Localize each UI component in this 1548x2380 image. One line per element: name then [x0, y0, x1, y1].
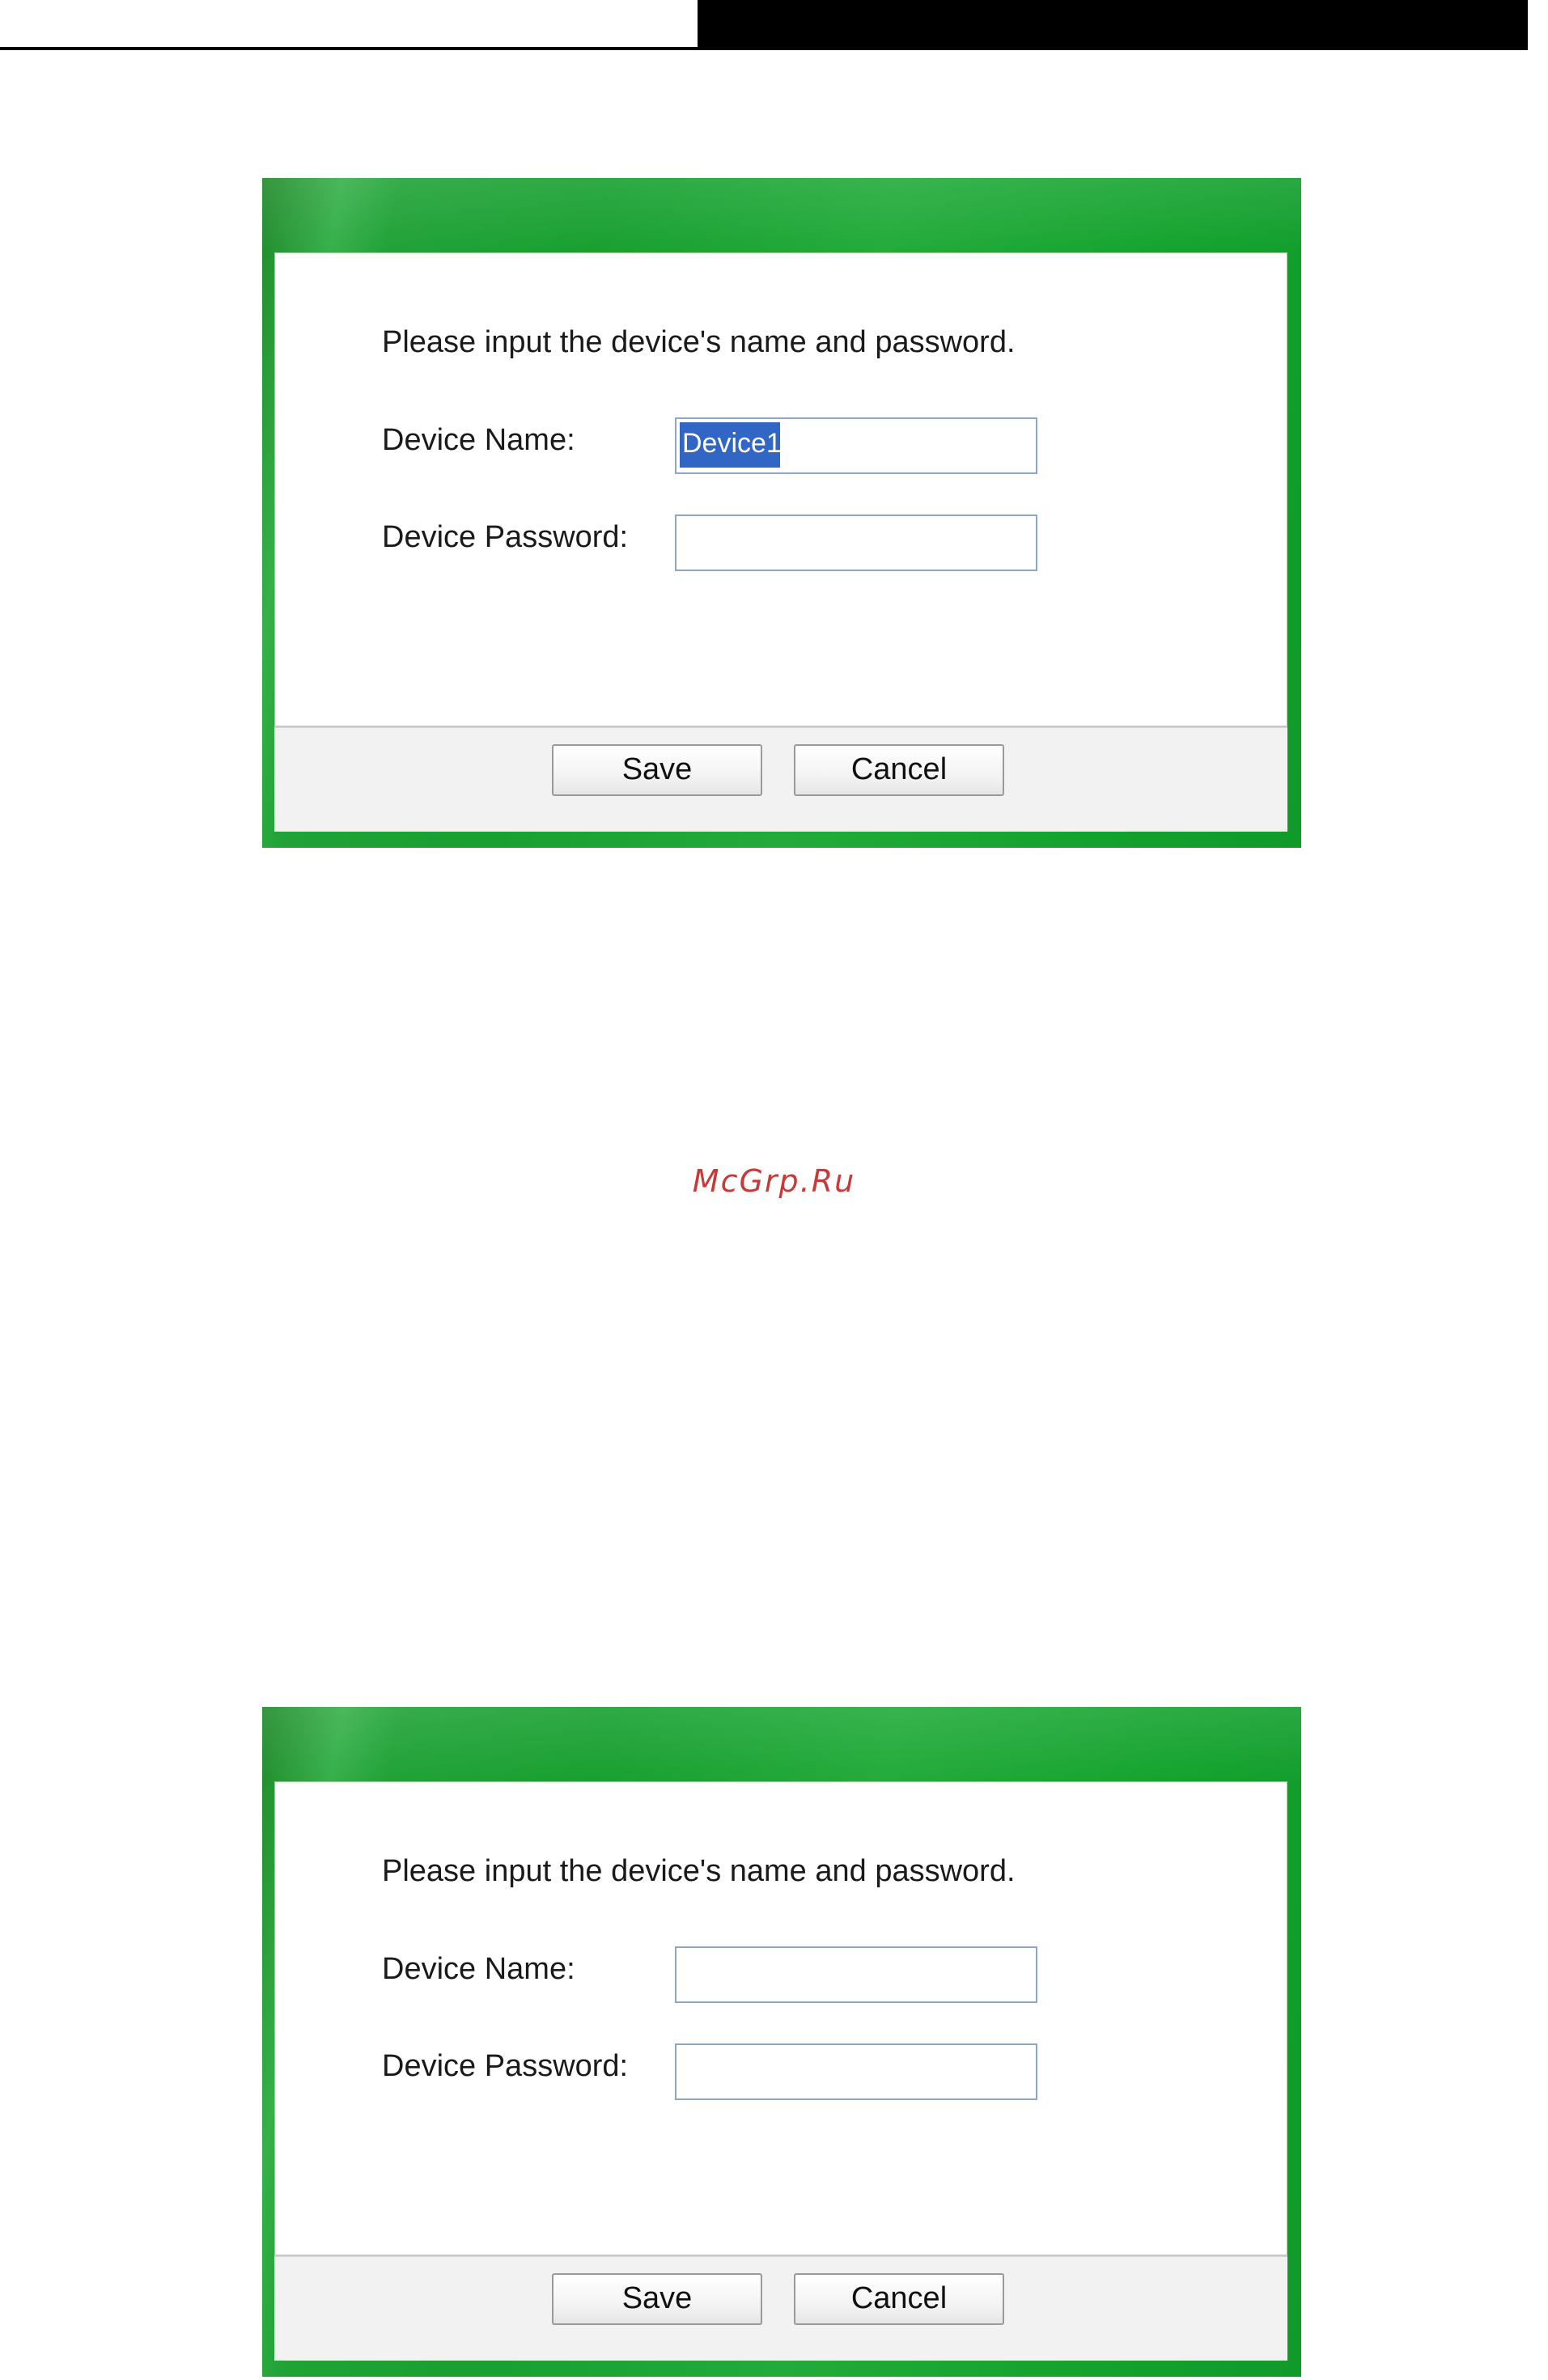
device-name-label: Device Name: [382, 423, 575, 457]
dialog-prompt: Please input the device's name and passw… [382, 1854, 1016, 1888]
device-name-input[interactable] [675, 1946, 1037, 2003]
dialog-footer [274, 2255, 1287, 2361]
header-rule [0, 47, 1528, 50]
cancel-button[interactable]: Cancel [794, 744, 1004, 796]
header-bar [698, 0, 1528, 50]
dialog-title-bar [262, 1707, 1301, 1781]
device-name-value: Device1 [682, 428, 782, 459]
dialog-prompt: Please input the device's name and passw… [382, 325, 1016, 359]
device-credentials-dialog: Please input the device's name and passw… [262, 178, 1301, 848]
device-password-input[interactable] [675, 515, 1037, 571]
dialog-body [274, 252, 1287, 726]
device-credentials-dialog: Please input the device's name and passw… [262, 1707, 1301, 2377]
save-button[interactable]: Save [552, 744, 762, 796]
device-password-input[interactable] [675, 2043, 1037, 2100]
save-button[interactable]: Save [552, 2273, 762, 2325]
device-password-label: Device Password: [382, 2049, 629, 2083]
cancel-button[interactable]: Cancel [794, 2273, 1004, 2325]
dialog-footer [274, 726, 1287, 832]
dialog-title-bar [262, 178, 1301, 252]
dialog-body [274, 1781, 1287, 2255]
device-name-label: Device Name: [382, 1952, 575, 1986]
device-password-label: Device Password: [382, 520, 629, 554]
watermark-text: McGrp.Ru [692, 1163, 856, 1199]
